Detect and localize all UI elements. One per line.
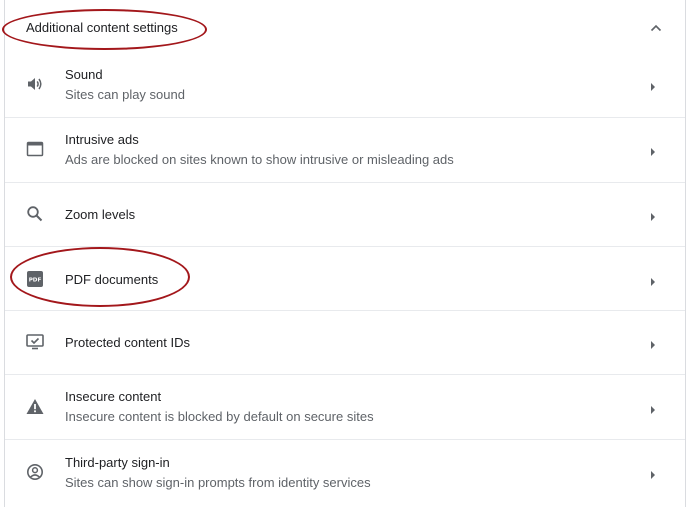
setting-title: Intrusive ads xyxy=(65,132,139,147)
setting-row-third-party-sign-in[interactable]: Third-party sign-in Sites can show sign-… xyxy=(5,440,685,506)
window-icon xyxy=(25,139,45,159)
svg-text:PDF: PDF xyxy=(29,278,42,284)
setting-row-protected-content[interactable]: Protected content IDs xyxy=(5,311,685,375)
arrow-right-icon xyxy=(648,144,658,156)
arrow-right-icon xyxy=(648,337,658,349)
setting-title: Protected content IDs xyxy=(65,335,191,350)
arrow-right-icon xyxy=(648,402,658,414)
content-settings-card: Additional content settings Sound Sites … xyxy=(4,0,686,507)
chevron-up-icon[interactable] xyxy=(645,17,667,39)
arrow-right-icon xyxy=(648,467,658,479)
search-icon xyxy=(25,204,45,224)
setting-description: Sites can play sound xyxy=(65,87,185,102)
pdf-icon: PDF xyxy=(25,269,45,289)
volume-icon xyxy=(25,74,45,94)
setting-title: Zoom levels xyxy=(65,207,136,222)
setting-row-pdf-documents[interactable]: PDF PDF documents xyxy=(5,247,685,311)
setting-description: Ads are blocked on sites known to show i… xyxy=(65,152,454,167)
setting-title: Third-party sign-in xyxy=(65,455,170,470)
arrow-right-icon xyxy=(648,274,658,286)
section-header[interactable]: Additional content settings xyxy=(5,1,685,53)
setting-title: Insecure content xyxy=(65,389,162,404)
arrow-right-icon xyxy=(648,209,658,221)
section-title: Additional content settings xyxy=(26,20,178,35)
setting-title: Sound xyxy=(65,67,103,82)
setting-row-zoom-levels[interactable]: Zoom levels xyxy=(5,183,685,247)
warning-icon xyxy=(25,397,45,417)
arrow-right-icon xyxy=(648,79,658,91)
account-circle-icon xyxy=(25,462,45,482)
monitor-check-icon xyxy=(25,332,45,352)
setting-description: Insecure content is blocked by default o… xyxy=(65,409,374,424)
setting-row-sound[interactable]: Sound Sites can play sound xyxy=(5,53,685,118)
setting-row-intrusive-ads[interactable]: Intrusive ads Ads are blocked on sites k… xyxy=(5,118,685,183)
setting-title: PDF documents xyxy=(65,272,159,287)
setting-row-insecure-content[interactable]: Insecure content Insecure content is blo… xyxy=(5,375,685,440)
setting-description: Sites can show sign-in prompts from iden… xyxy=(65,475,371,490)
